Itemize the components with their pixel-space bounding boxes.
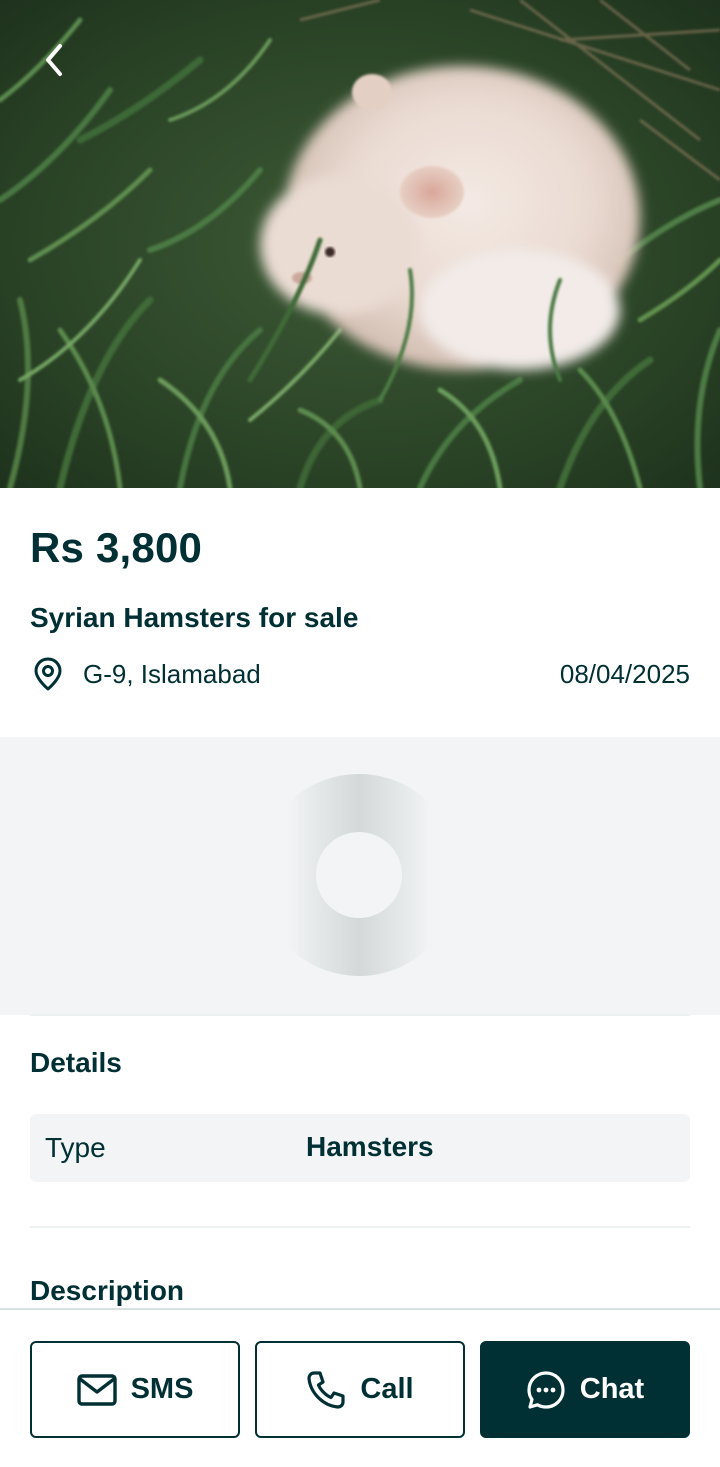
section-divider: [30, 1014, 690, 1016]
detail-value: Hamsters: [306, 1131, 434, 1162]
envelope-icon: [76, 1373, 117, 1406]
sms-button-label: SMS: [130, 1373, 194, 1405]
section-divider: [30, 1226, 690, 1228]
detail-row-type: Type Hamsters: [30, 1114, 690, 1182]
sms-button[interactable]: SMS: [30, 1341, 240, 1438]
hamster-photo-illustration: [0, 0, 720, 488]
description-heading: Description: [30, 1275, 185, 1306]
location-row: G-9, Islamabad 08/04/2025: [30, 652, 690, 696]
detail-key: Type: [45, 1132, 106, 1163]
chevron-left-icon: [46, 44, 62, 76]
chat-button-label: Chat: [579, 1373, 645, 1405]
phone-icon: [306, 1370, 346, 1410]
listing-date: 08/04/2025: [559, 659, 690, 689]
chat-button[interactable]: Chat: [480, 1341, 690, 1438]
listing-photo[interactable]: [0, 0, 720, 488]
ad-detail-screen: Rs 3,800 Syrian Hamsters for sale G-9, I…: [0, 0, 720, 1467]
details-heading: Details: [30, 1047, 122, 1078]
listing-price: Rs 3,800: [30, 524, 203, 571]
loading-panel: [0, 737, 720, 1015]
back-button[interactable]: [26, 30, 86, 90]
call-button-label: Call: [360, 1373, 414, 1405]
contact-action-bar: SMS Call Chat: [0, 1308, 720, 1467]
chat-bubble-icon: [526, 1370, 566, 1410]
listing-title: Syrian Hamsters for sale: [30, 602, 359, 633]
spinner-icon: [258, 774, 460, 976]
call-button[interactable]: Call: [255, 1341, 465, 1438]
listing-location: G-9, Islamabad: [83, 659, 261, 689]
map-pin-icon: [34, 657, 62, 691]
